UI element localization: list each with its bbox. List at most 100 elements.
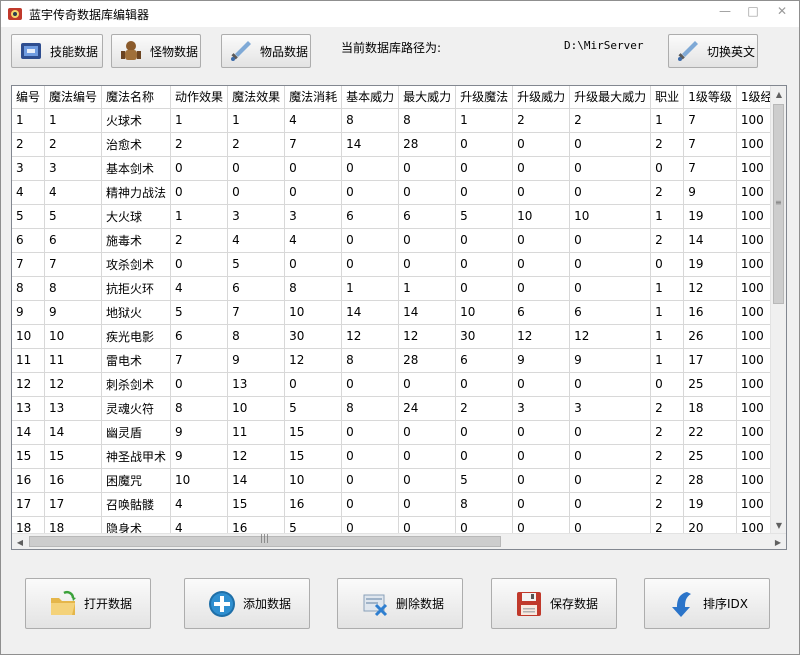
table-cell[interactable]: 0 (341, 156, 400, 181)
table-cell[interactable]: 15 (227, 492, 286, 517)
table-cell[interactable]: 13 (44, 396, 103, 421)
table-row[interactable]: 8 8 抗拒火环 4 6 8 1 1 0 0 0 1 12 100 (12, 276, 786, 301)
table-cell[interactable]: 6 (170, 324, 229, 349)
table-cell[interactable]: 5 (455, 204, 514, 229)
table-cell[interactable]: 12 (284, 348, 343, 373)
table-cell[interactable]: 16 (12, 468, 46, 493)
table-cell[interactable]: 4 (284, 228, 343, 253)
table-cell[interactable]: 4 (284, 108, 343, 133)
table-cell[interactable]: 8 (227, 324, 286, 349)
column-header[interactable]: 职业 (650, 86, 685, 109)
table-cell[interactable]: 0 (512, 228, 571, 253)
scroll-left-icon[interactable]: ◀ (12, 534, 28, 549)
table-cell[interactable]: 10 (284, 300, 343, 325)
column-header[interactable]: 升级最大威力 (569, 86, 652, 109)
table-cell[interactable]: 8 (12, 276, 46, 301)
table-cell[interactable]: 0 (455, 276, 514, 301)
table-cell[interactable]: 1 (650, 348, 685, 373)
table-cell[interactable]: 0 (398, 228, 457, 253)
table-cell[interactable]: 7 (683, 156, 737, 181)
table-cell[interactable]: 治愈术 (101, 132, 172, 157)
table-cell[interactable]: 0 (284, 180, 343, 205)
table-cell[interactable]: 10 (170, 468, 229, 493)
table-cell[interactable]: 19 (683, 252, 737, 277)
table-row[interactable]: 4 4 精神力战法 0 0 0 0 0 0 0 0 2 9 100 (12, 180, 786, 205)
table-cell[interactable]: 1 (455, 108, 514, 133)
table-cell[interactable]: 0 (569, 468, 652, 493)
table-cell[interactable]: 1 (44, 108, 103, 133)
table-cell[interactable]: 13 (227, 372, 286, 397)
table-cell[interactable]: 0 (512, 468, 571, 493)
table-row[interactable]: 12 12 刺杀剑术 0 13 0 0 0 0 0 0 0 25 100 (12, 372, 786, 397)
table-cell[interactable]: 10 (227, 396, 286, 421)
table-cell[interactable]: 2 (650, 228, 685, 253)
table-cell[interactable]: 2 (512, 108, 571, 133)
table-cell[interactable]: 0 (284, 372, 343, 397)
table-cell[interactable]: 0 (341, 444, 400, 469)
table-cell[interactable]: 16 (44, 468, 103, 493)
table-cell[interactable]: 2 (650, 468, 685, 493)
table-cell[interactable]: 6 (569, 300, 652, 325)
table-cell[interactable]: 0 (569, 420, 652, 445)
table-cell[interactable]: 1 (12, 108, 46, 133)
table-cell[interactable]: 2 (650, 444, 685, 469)
table-cell[interactable]: 5 (284, 396, 343, 421)
item-data-button[interactable]: 物品数据 (221, 34, 311, 68)
table-cell[interactable]: 2 (650, 180, 685, 205)
table-cell[interactable]: 8 (398, 108, 457, 133)
table-cell[interactable]: 0 (455, 420, 514, 445)
table-cell[interactable]: 1 (341, 276, 400, 301)
scroll-right-icon[interactable]: ▶ (770, 534, 786, 549)
table-cell[interactable]: 2 (170, 228, 229, 253)
table-cell[interactable]: 0 (455, 132, 514, 157)
table-cell[interactable]: 0 (455, 156, 514, 181)
open-data-button[interactable]: 打开数据 (25, 578, 151, 629)
table-cell[interactable]: 17 (12, 492, 46, 517)
table-cell[interactable]: 2 (227, 132, 286, 157)
table-cell[interactable]: 14 (44, 420, 103, 445)
table-cell[interactable]: 7 (170, 348, 229, 373)
table-cell[interactable]: 25 (683, 444, 737, 469)
table-cell[interactable]: 疾光电影 (101, 324, 172, 349)
table-cell[interactable]: 0 (569, 132, 652, 157)
column-header[interactable]: 动作效果 (170, 86, 229, 109)
table-cell[interactable]: 0 (512, 444, 571, 469)
table-cell[interactable]: 13 (12, 396, 46, 421)
table-cell[interactable]: 1 (170, 204, 229, 229)
table-cell[interactable]: 0 (170, 252, 229, 277)
table-cell[interactable]: 10 (12, 324, 46, 349)
horizontal-scrollbar[interactable]: ◀ ||| ▶ (12, 533, 786, 549)
table-cell[interactable]: 幽灵盾 (101, 420, 172, 445)
table-cell[interactable]: 6 (341, 204, 400, 229)
table-cell[interactable]: 15 (12, 444, 46, 469)
table-cell[interactable]: 9 (44, 300, 103, 325)
table-cell[interactable]: 0 (341, 372, 400, 397)
table-cell[interactable]: 2 (44, 132, 103, 157)
table-cell[interactable]: 困魔咒 (101, 468, 172, 493)
table-cell[interactable]: 神圣战甲术 (101, 444, 172, 469)
table-cell[interactable]: 11 (12, 348, 46, 373)
table-cell[interactable]: 5 (170, 300, 229, 325)
table-cell[interactable]: 12 (512, 324, 571, 349)
table-cell[interactable]: 2 (650, 420, 685, 445)
table-cell[interactable]: 0 (569, 276, 652, 301)
table-cell[interactable]: 8 (44, 276, 103, 301)
column-header[interactable]: 1级等级 (683, 86, 737, 109)
table-cell[interactable]: 10 (569, 204, 652, 229)
close-button[interactable]: ✕ (767, 1, 797, 21)
table-cell[interactable]: 0 (455, 180, 514, 205)
table-row[interactable]: 16 16 困魔咒 10 14 10 0 0 5 0 0 2 28 100 (12, 468, 786, 493)
table-cell[interactable]: 0 (569, 180, 652, 205)
table-cell[interactable]: 3 (44, 156, 103, 181)
table-cell[interactable]: 0 (512, 276, 571, 301)
table-cell[interactable]: 6 (398, 204, 457, 229)
table-cell[interactable]: 0 (398, 444, 457, 469)
table-cell[interactable]: 10 (284, 468, 343, 493)
column-header[interactable]: 魔法效果 (227, 86, 286, 109)
table-cell[interactable]: 0 (284, 252, 343, 277)
table-row[interactable]: 13 13 灵魂火符 8 10 5 8 24 2 3 3 2 18 100 (12, 396, 786, 421)
table-cell[interactable]: 9 (569, 348, 652, 373)
table-cell[interactable]: 0 (512, 156, 571, 181)
table-cell[interactable]: 刺杀剑术 (101, 372, 172, 397)
table-cell[interactable]: 10 (455, 300, 514, 325)
